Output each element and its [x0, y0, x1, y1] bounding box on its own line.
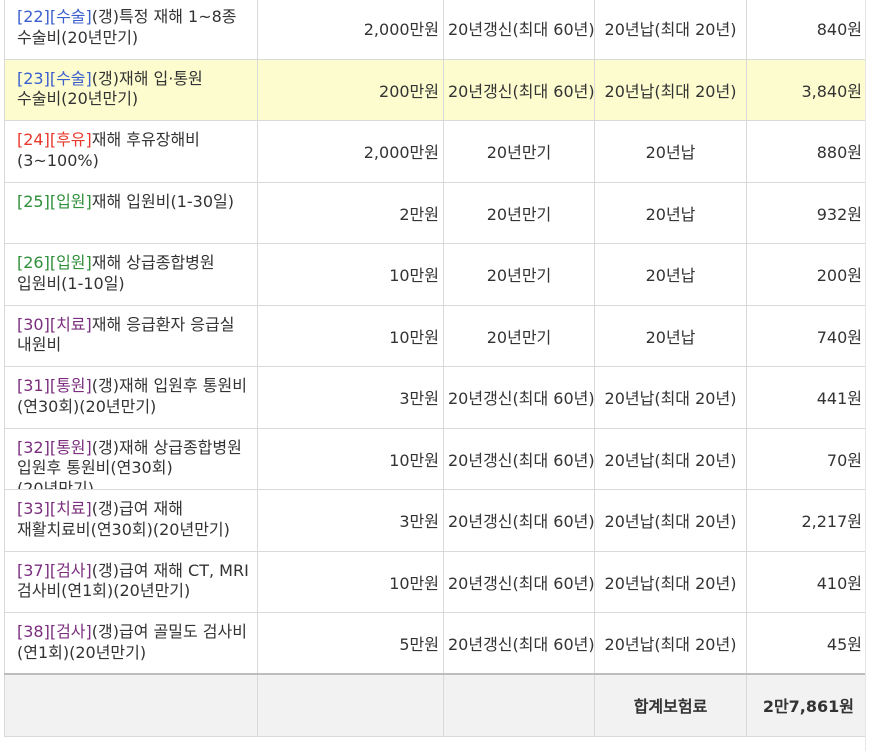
coverage-payment-period: 20년납(최대 20년) — [594, 489, 747, 552]
coverage-amount: 5만원 — [257, 612, 444, 675]
coverage-name-cell: [32][통원](갱)재해 상급종합병원 입원후 통원비(연30회)(20년만기… — [4, 427, 258, 490]
coverage-premium: 740원 — [746, 304, 866, 367]
coverage-category-tag: [수술] — [49, 68, 92, 88]
coverage-category-tag: [치료] — [49, 499, 92, 518]
coverage-name-cell: [23][수술](갱)재해 입·통원 수술비(20년만기) — [4, 58, 258, 121]
coverage-row: [25][입원]재해 입원비(1-30일) 2만원 20년만기 20년납 932… — [4, 181, 866, 244]
coverage-rows: [22][수술](갱)특정 재해 1~8종 수술비(20년만기) 2,000만원… — [4, 0, 866, 675]
coverage-amount: 3만원 — [257, 366, 444, 429]
coverage-amount: 2,000만원 — [257, 120, 444, 183]
coverage-term: 20년갱신(최대 60년) — [443, 366, 595, 429]
coverage-row: [23][수술](갱)재해 입·통원 수술비(20년만기) 200만원 20년갱… — [4, 58, 866, 121]
coverage-payment-period: 20년납 — [594, 304, 747, 367]
coverage-payment-period: 20년납(최대 20년) — [594, 58, 747, 121]
coverage-table-container: [22][수술](갱)특정 재해 1~8종 수술비(20년만기) 2,000만원… — [4, 0, 866, 751]
total-empty-cell — [4, 673, 258, 737]
coverage-payment-period: 20년납(최대 20년) — [594, 427, 747, 490]
coverage-payment-period: 20년납(최대 20년) — [594, 550, 747, 613]
coverage-row: [26][입원]재해 상급종합병원 입원비(1-10일) 10만원 20년만기 … — [4, 243, 866, 306]
coverage-premium: 880원 — [746, 120, 866, 183]
coverage-payment-period: 20년납 — [594, 120, 747, 183]
total-premium-label: 합계보험료 — [594, 673, 747, 737]
coverage-payment-period: 20년납(최대 20년) — [594, 612, 747, 675]
coverage-category-tag: [입원] — [49, 191, 92, 211]
coverage-code: [25] — [17, 191, 50, 211]
coverage-payment-period: 20년납(최대 20년) — [594, 0, 747, 60]
coverage-payment-period: 20년납 — [594, 243, 747, 306]
coverage-name-cell: [31][통원](갱)재해 입원후 통원비(연30회)(20년만기) — [4, 366, 258, 429]
coverage-amount: 2,000만원 — [257, 0, 444, 60]
coverage-category-tag: [통원] — [49, 376, 92, 395]
coverage-payment-period: 20년납(최대 20년) — [594, 366, 747, 429]
coverage-payment-period: 20년납 — [594, 181, 747, 244]
coverage-amount: 3만원 — [257, 489, 444, 552]
coverage-term: 20년갱신(최대 60년) — [443, 489, 595, 552]
coverage-premium: 45원 — [746, 612, 866, 675]
coverage-category-tag: [검사] — [49, 622, 92, 641]
total-row: 합계보험료 2만7,861원 — [4, 673, 866, 737]
coverage-premium: 3,840원 — [746, 58, 866, 121]
coverage-name-cell: [25][입원]재해 입원비(1-30일) — [4, 181, 258, 244]
coverage-name-cell: [30][치료]재해 응급환자 응급실 내원비 — [4, 304, 258, 367]
coverage-name-cell: [38][검사](갱)급여 골밀도 검사비(연1회)(20년만기) — [4, 612, 258, 675]
coverage-row: [30][치료]재해 응급환자 응급실 내원비 10만원 20년만기 20년납 … — [4, 304, 866, 367]
coverage-name-cell: [37][검사](갱)급여 재해 CT, MRI 검사비(연1회)(20년만기) — [4, 550, 258, 613]
coverage-term: 20년만기 — [443, 120, 595, 183]
coverage-amount: 2만원 — [257, 181, 444, 244]
total-premium-value: 2만7,861원 — [746, 673, 866, 737]
total-empty-cell — [257, 673, 444, 737]
total-empty-cell — [443, 673, 595, 737]
coverage-premium: 932원 — [746, 181, 866, 244]
coverage-row: [38][검사](갱)급여 골밀도 검사비(연1회)(20년만기) 5만원 20… — [4, 612, 866, 675]
coverage-premium: 2,217원 — [746, 489, 866, 552]
coverage-premium: 200원 — [746, 243, 866, 306]
coverage-premium: 70원 — [746, 427, 866, 490]
coverage-code: [32] — [17, 437, 50, 457]
coverage-code: [22] — [17, 7, 50, 26]
coverage-code: [31] — [17, 376, 50, 395]
coverage-code: [26] — [17, 253, 50, 272]
coverage-amount: 10만원 — [257, 427, 444, 490]
coverage-name-cell: [33][치료](갱)급여 재해 재활치료비(연30회)(20년만기) — [4, 489, 258, 552]
coverage-description: 재해 입원비(1-30일) — [91, 191, 234, 211]
coverage-premium: 410원 — [746, 550, 866, 613]
coverage-code: [38] — [17, 622, 50, 641]
coverage-table: [22][수술](갱)특정 재해 1~8종 수술비(20년만기) 2,000만원… — [4, 0, 866, 737]
coverage-category-tag: [수술] — [49, 7, 92, 26]
coverage-row: [31][통원](갱)재해 입원후 통원비(연30회)(20년만기) 3만원 2… — [4, 366, 866, 429]
coverage-code: [24] — [17, 130, 50, 149]
coverage-row: [33][치료](갱)급여 재해 재활치료비(연30회)(20년만기) 3만원 … — [4, 489, 866, 552]
coverage-code: [33] — [17, 499, 50, 518]
coverage-premium: 840원 — [746, 0, 866, 60]
coverage-premium: 441원 — [746, 366, 866, 429]
coverage-category-tag: [통원] — [49, 437, 92, 457]
coverage-code: [30] — [17, 314, 50, 334]
coverage-term: 20년만기 — [443, 243, 595, 306]
coverage-term: 20년갱신(최대 60년) — [443, 0, 595, 60]
coverage-row: [22][수술](갱)특정 재해 1~8종 수술비(20년만기) 2,000만원… — [4, 0, 866, 60]
coverage-code: [37] — [17, 560, 50, 580]
vertical-scrollbar[interactable] — [865, 0, 876, 751]
coverage-row: [37][검사](갱)급여 재해 CT, MRI 검사비(연1회)(20년만기)… — [4, 550, 866, 613]
coverage-amount: 10만원 — [257, 304, 444, 367]
coverage-category-tag: [입원] — [49, 253, 92, 272]
coverage-category-tag: [치료] — [49, 314, 92, 334]
coverage-term: 20년갱신(최대 60년) — [443, 550, 595, 613]
coverage-term: 20년갱신(최대 60년) — [443, 58, 595, 121]
coverage-row: [32][통원](갱)재해 상급종합병원 입원후 통원비(연30회)(20년만기… — [4, 427, 866, 490]
coverage-term: 20년갱신(최대 60년) — [443, 612, 595, 675]
coverage-amount: 10만원 — [257, 243, 444, 306]
coverage-code: [23] — [17, 68, 50, 88]
coverage-amount: 10만원 — [257, 550, 444, 613]
coverage-term: 20년만기 — [443, 304, 595, 367]
coverage-category-tag: [검사] — [49, 560, 92, 580]
coverage-amount: 200만원 — [257, 58, 444, 121]
coverage-name-cell: [24][후유]재해 후유장해비(3~100%) — [4, 120, 258, 183]
coverage-name-cell: [26][입원]재해 상급종합병원 입원비(1-10일) — [4, 243, 258, 306]
coverage-name-cell: [22][수술](갱)특정 재해 1~8종 수술비(20년만기) — [4, 0, 258, 60]
coverage-term: 20년만기 — [443, 181, 595, 244]
coverage-term: 20년갱신(최대 60년) — [443, 427, 595, 490]
coverage-row: [24][후유]재해 후유장해비(3~100%) 2,000만원 20년만기 2… — [4, 120, 866, 183]
coverage-category-tag: [후유] — [49, 130, 92, 149]
